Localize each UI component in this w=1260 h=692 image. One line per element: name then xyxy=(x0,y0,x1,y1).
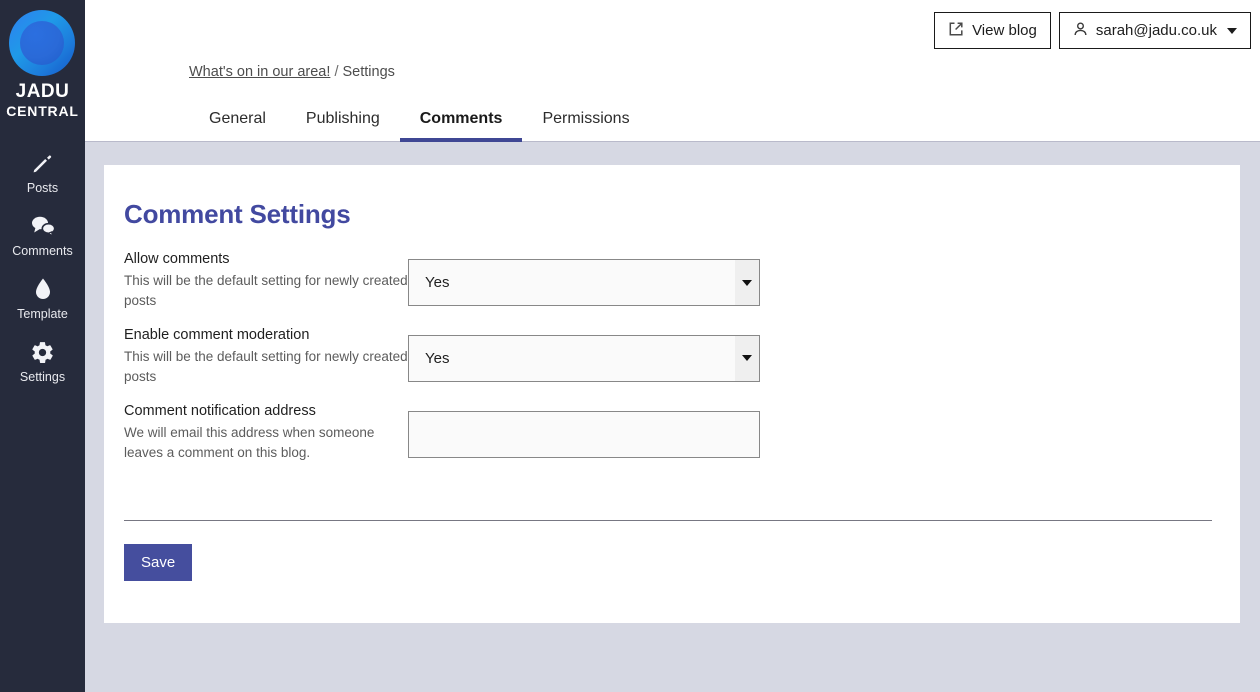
jadu-ring-logo-icon xyxy=(9,10,76,76)
view-blog-button[interactable]: View blog xyxy=(934,12,1051,49)
tab-publishing[interactable]: Publishing xyxy=(286,100,400,142)
field-notification-address-label: Comment notification address xyxy=(124,402,316,419)
logo-text-central: CENTRAL xyxy=(6,103,79,119)
header-actions: View blog sarah@jadu.co.uk xyxy=(934,12,1251,49)
comment-settings-form: Allow comments This will be the default … xyxy=(124,247,1240,475)
field-notification-address-labels: Comment notification address We will ema… xyxy=(124,399,408,463)
sidebar-item-comments[interactable]: Comments xyxy=(0,199,85,262)
sidebar-item-settings[interactable]: Settings xyxy=(0,325,85,388)
breadcrumb-current: Settings xyxy=(342,64,395,80)
page-title: Comment Settings xyxy=(124,199,351,230)
speech-bubbles-icon xyxy=(30,213,56,239)
logo-text-jadu: JADU xyxy=(15,81,70,102)
field-enable-moderation: Enable comment moderation This will be t… xyxy=(124,323,1240,387)
sidebar-item-posts[interactable]: Posts xyxy=(0,136,85,199)
field-enable-moderation-control: Yes xyxy=(408,323,760,387)
comment-settings-card: Comment Settings Allow comments This wil… xyxy=(104,165,1240,623)
chevron-down-icon xyxy=(1227,27,1237,34)
breadcrumb-parent-link[interactable]: What's on in our area! xyxy=(189,64,330,80)
tab-permissions[interactable]: Permissions xyxy=(522,100,649,142)
pencil-icon xyxy=(31,150,55,176)
app-logo[interactable]: JADU CENTRAL xyxy=(6,10,78,118)
allow-comments-select-value: Yes xyxy=(425,274,450,291)
tab-comments[interactable]: Comments xyxy=(399,100,523,142)
field-enable-moderation-labels: Enable comment moderation This will be t… xyxy=(124,323,408,387)
enable-moderation-select[interactable]: Yes xyxy=(408,334,760,382)
field-allow-comments-control: Yes xyxy=(408,247,760,311)
field-notification-address-control xyxy=(408,399,760,463)
field-allow-comments: Allow comments This will be the default … xyxy=(124,247,1240,311)
field-allow-comments-hint: This will be the default setting for new… xyxy=(124,273,408,308)
page-header: View blog sarah@jadu.co.uk What's on in … xyxy=(85,0,1260,142)
notification-address-input[interactable] xyxy=(408,410,760,458)
breadcrumb-separator: / xyxy=(334,64,339,80)
breadcrumb: What's on in our area! / Settings xyxy=(189,64,395,80)
sidebar-item-label-settings: Settings xyxy=(19,370,66,384)
field-enable-moderation-label: Enable comment moderation xyxy=(124,326,310,343)
chevron-down-icon[interactable] xyxy=(735,335,759,381)
account-email-label: sarah@jadu.co.uk xyxy=(1095,22,1217,39)
gear-icon xyxy=(30,339,55,365)
field-enable-moderation-hint: This will be the default setting for new… xyxy=(124,348,408,384)
external-link-icon xyxy=(948,21,964,41)
sidebar-item-label-posts: Posts xyxy=(26,181,59,195)
sidebar-item-label-template: Template xyxy=(17,307,68,321)
settings-tabs: General Publishing Comments Permissions xyxy=(189,100,650,142)
view-blog-label: View blog xyxy=(972,22,1037,39)
form-divider xyxy=(124,520,1212,521)
field-allow-comments-labels: Allow comments This will be the default … xyxy=(124,247,408,311)
field-notification-address-hint: We will email this address when someone … xyxy=(124,424,375,460)
user-icon xyxy=(1073,21,1088,41)
field-allow-comments-label: Allow comments xyxy=(124,251,230,267)
allow-comments-select[interactable]: Yes xyxy=(408,259,760,306)
account-menu-button[interactable]: sarah@jadu.co.uk xyxy=(1058,12,1251,49)
field-notification-address: Comment notification address We will ema… xyxy=(124,399,1240,463)
sidebar-item-template[interactable]: Template xyxy=(0,262,85,325)
tab-general[interactable]: General xyxy=(189,100,286,142)
chevron-down-icon[interactable] xyxy=(735,260,759,305)
sidebar-item-label-comments: Comments xyxy=(12,244,73,258)
droplet-icon xyxy=(33,276,53,302)
sidebar: JADU CENTRAL Posts Comments Template Set… xyxy=(0,0,85,692)
save-button[interactable]: Save xyxy=(124,544,193,581)
app-root: JADU CENTRAL Posts Comments Template Set… xyxy=(0,0,1260,692)
enable-moderation-select-value: Yes xyxy=(425,349,450,367)
